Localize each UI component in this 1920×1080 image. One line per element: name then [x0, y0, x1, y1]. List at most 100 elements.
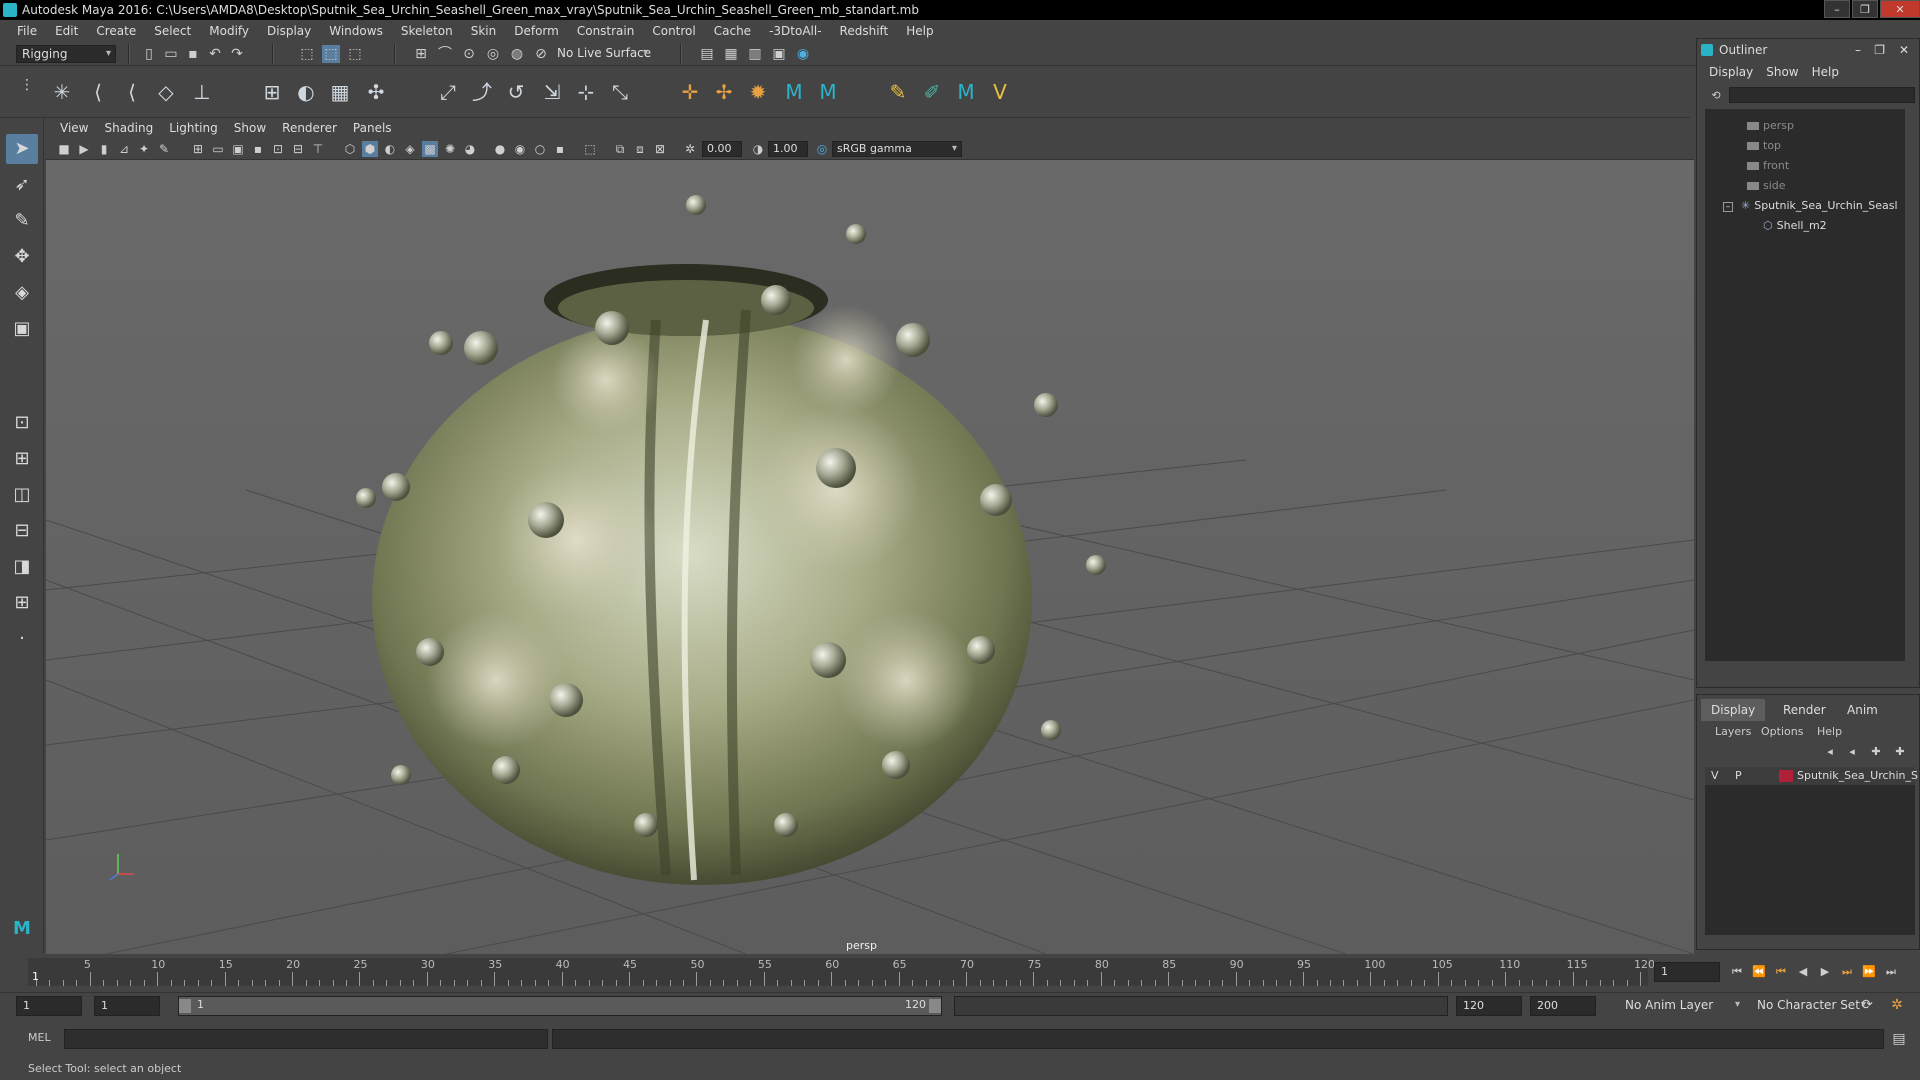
- orient-joint-icon[interactable]: ⊥: [188, 78, 216, 106]
- locator-joint-icon[interactable]: ✢: [710, 78, 738, 106]
- range-start-field[interactable]: 1: [94, 996, 160, 1016]
- mel-input[interactable]: [64, 1029, 548, 1049]
- camera-select-icon[interactable]: ■: [56, 141, 72, 157]
- menu-modify[interactable]: Modify: [200, 24, 258, 38]
- ik-spline-icon[interactable]: ⟨: [118, 78, 146, 106]
- new-layer-selected-icon[interactable]: ✚: [1891, 743, 1909, 761]
- snap-curve-icon[interactable]: ⌒: [436, 45, 454, 63]
- menu-file[interactable]: File: [8, 24, 46, 38]
- vp-menu-shading[interactable]: Shading: [96, 121, 161, 135]
- gamma-icon[interactable]: ◑: [750, 141, 766, 157]
- vp-menu-panels[interactable]: Panels: [345, 121, 400, 135]
- menu-display[interactable]: Display: [258, 24, 320, 38]
- anim-layer-dropdown[interactable]: No Anim Layer: [1620, 997, 1744, 1015]
- aim-constraint-icon[interactable]: ⤴: [468, 78, 496, 106]
- time-ruler[interactable]: 5 10 15 20 25 30 35 40 45 50 55 60 65 70 75 80 85 90 95 100…: [28, 958, 1655, 986]
- menu-control[interactable]: Control: [643, 24, 704, 38]
- vp-menu-renderer[interactable]: Renderer: [274, 121, 345, 135]
- persp-graph-icon[interactable]: ⊟: [6, 516, 38, 546]
- auto-key-icon[interactable]: ⟳: [1858, 996, 1876, 1014]
- mirror-joint-icon[interactable]: ◇: [152, 78, 180, 106]
- outliner-maximize-button[interactable]: ❐: [1874, 39, 1885, 61]
- paint-tool-icon[interactable]: ✐: [918, 78, 946, 106]
- go-to-end-icon[interactable]: ⏭: [1882, 963, 1900, 981]
- layer-color-swatch[interactable]: [1779, 770, 1793, 782]
- bookmark-icon[interactable]: ▮: [96, 141, 112, 157]
- character-set-dropdown[interactable]: No Character Set: [1752, 997, 1870, 1015]
- play-backwards-icon[interactable]: ◀: [1794, 963, 1812, 981]
- scale-constraint-icon[interactable]: ⇲: [538, 78, 566, 106]
- menu-set-dropdown[interactable]: Rigging: [16, 45, 116, 63]
- shelf-options-icon[interactable]: ⋮: [18, 76, 36, 94]
- single-view-icon[interactable]: ⊡: [6, 408, 38, 438]
- select-object-icon[interactable]: ⬚: [322, 45, 340, 63]
- default-light-icon[interactable]: ◐: [382, 141, 398, 157]
- locator-icon[interactable]: ✛: [676, 78, 704, 106]
- cluster-icon[interactable]: ✣: [362, 78, 390, 106]
- parent-constraint-icon[interactable]: ⊹: [572, 78, 600, 106]
- select-hierarchy-icon[interactable]: ⬚: [298, 45, 316, 63]
- layers-menu[interactable]: Layers: [1715, 725, 1751, 738]
- layer-visibility-toggle[interactable]: V: [1711, 767, 1719, 785]
- field-chart-icon[interactable]: ⊡: [270, 141, 286, 157]
- new-scene-icon[interactable]: ▯: [140, 45, 158, 63]
- menu-redshift[interactable]: Redshift: [831, 24, 898, 38]
- vp-menu-lighting[interactable]: Lighting: [161, 121, 226, 135]
- range-start-handle[interactable]: [179, 999, 191, 1013]
- ambient-occlusion-icon[interactable]: ●: [492, 141, 508, 157]
- joint-tool-icon[interactable]: ✳: [48, 78, 76, 106]
- range-end-field[interactable]: 120: [1456, 996, 1522, 1016]
- render-settings-icon[interactable]: ▥: [746, 45, 764, 63]
- gate-mask-icon[interactable]: ▪: [250, 141, 266, 157]
- scale-tool-icon[interactable]: ▣: [6, 314, 38, 344]
- outliner-item-persp[interactable]: persp: [1747, 117, 1794, 135]
- menu-edit[interactable]: Edit: [46, 24, 87, 38]
- outliner-item-top[interactable]: top: [1747, 137, 1781, 155]
- color-management-icon[interactable]: ◎: [814, 141, 830, 157]
- menu-constrain[interactable]: Constrain: [568, 24, 644, 38]
- redshift-icon[interactable]: ◉: [794, 45, 812, 63]
- select-component-icon[interactable]: ⬚: [346, 45, 364, 63]
- render-frame-icon[interactable]: ▤: [698, 45, 716, 63]
- textured-icon[interactable]: ▩: [422, 141, 438, 157]
- safe-title-icon[interactable]: ⊤: [310, 141, 326, 157]
- collapse-icon[interactable]: –: [1723, 202, 1733, 212]
- lasso-tool-icon[interactable]: ➶: [6, 170, 38, 200]
- maya-m-icon[interactable]: M: [780, 78, 808, 106]
- help-menu[interactable]: Help: [1817, 725, 1842, 738]
- minimize-button[interactable]: –: [1824, 0, 1850, 18]
- outliner-filter-icon[interactable]: ⟲: [1707, 87, 1725, 105]
- v-tool-icon[interactable]: V: [986, 78, 1014, 106]
- snap-point-icon[interactable]: ⊙: [460, 45, 478, 63]
- range-end-handle[interactable]: [929, 999, 941, 1013]
- undo-icon[interactable]: ↶: [206, 45, 224, 63]
- redo-icon[interactable]: ↷: [228, 45, 246, 63]
- current-frame-field[interactable]: 1: [1654, 962, 1720, 982]
- snap-view-icon[interactable]: ◎: [484, 45, 502, 63]
- wire-on-shaded-icon[interactable]: ◈: [402, 141, 418, 157]
- outliner-item-side[interactable]: side: [1747, 177, 1786, 195]
- paint-select-icon[interactable]: ✎: [6, 206, 38, 236]
- menu-3dtoall[interactable]: -3DtoAll-: [760, 24, 830, 38]
- outliner-menu-help[interactable]: Help: [1808, 65, 1848, 83]
- menu-windows[interactable]: Windows: [320, 24, 392, 38]
- layer-playback-toggle[interactable]: P: [1735, 767, 1742, 785]
- use-all-lights-icon[interactable]: ✺: [442, 141, 458, 157]
- maya-m2-icon[interactable]: M: [814, 78, 842, 106]
- xray-icon[interactable]: ⧉: [612, 141, 628, 157]
- menu-help[interactable]: Help: [897, 24, 942, 38]
- mel-label[interactable]: MEL: [28, 1031, 51, 1044]
- script-editor-icon[interactable]: ▤: [1890, 1030, 1908, 1048]
- rotate-tool-icon[interactable]: ◈: [6, 278, 38, 308]
- antialias-icon[interactable]: ○: [532, 141, 548, 157]
- outliner-close-button[interactable]: ✕: [1899, 39, 1909, 61]
- grease-pencil-icon[interactable]: ✎: [156, 141, 172, 157]
- outliner-item-group[interactable]: – ✳ Sputnik_Sea_Urchin_Seasl: [1723, 197, 1898, 215]
- step-back-key-icon[interactable]: ⏮: [1772, 963, 1790, 981]
- resolution-gate-icon[interactable]: ▣: [230, 141, 246, 157]
- move-layer-up-icon[interactable]: ◂: [1821, 743, 1839, 761]
- ik-handle-icon[interactable]: ⟨: [84, 78, 112, 106]
- step-forward-key-icon[interactable]: ⏭: [1838, 963, 1856, 981]
- film-gate-icon[interactable]: ▭: [210, 141, 226, 157]
- point-constraint-icon[interactable]: ⤢: [434, 78, 462, 106]
